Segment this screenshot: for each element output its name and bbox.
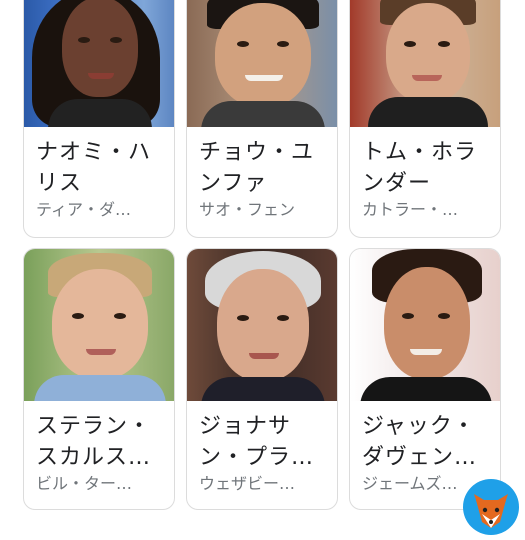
cast-card-3[interactable]: トム・ホラ ンダー カトラー・… xyxy=(349,0,501,238)
actor-photo xyxy=(350,0,500,127)
actor-photo xyxy=(350,249,500,401)
cast-card-6[interactable]: ジャック・ ダヴェン… ジェームズ… xyxy=(349,248,501,510)
actor-photo xyxy=(187,249,337,401)
character-name: ウェザビー… xyxy=(199,474,296,493)
character-name: カトラー・… xyxy=(362,200,459,219)
cast-card-2[interactable]: チョウ・ユ ンファ サオ・フェン xyxy=(186,0,338,238)
cast-card-1[interactable]: ナオミ・ハ リス ティア・ダ… xyxy=(23,0,175,238)
cast-card-5[interactable]: ジョナサ ン・プラ… ウェザビー… xyxy=(186,248,338,510)
fox-mascot-icon xyxy=(462,478,520,536)
character-name: ティア・ダ… xyxy=(36,200,132,219)
actor-name: ジョナサ ン・プラ… xyxy=(199,414,315,470)
actor-name: ステラン・ スカルス… xyxy=(36,414,152,470)
actor-photo xyxy=(24,0,174,127)
actor-grid-page: ナオミ・ハ リス ティア・ダ… チョウ・ユ ンファ サオ・フェン トム・ホラ ン… xyxy=(0,0,525,540)
actor-name: ナオミ・ハ リス xyxy=(36,140,152,196)
character-name: ビル・ター… xyxy=(36,474,133,493)
character-name: サオ・フェン xyxy=(199,200,296,219)
actor-photo xyxy=(187,0,337,127)
actor-name: トム・ホラ ンダー xyxy=(362,140,478,196)
actor-photo xyxy=(24,249,174,401)
cast-card-4[interactable]: ステラン・ スカルス… ビル・ター… xyxy=(23,248,175,510)
actor-name: チョウ・ユ ンファ xyxy=(199,140,315,196)
actor-name: ジャック・ ダヴェン… xyxy=(362,414,478,470)
